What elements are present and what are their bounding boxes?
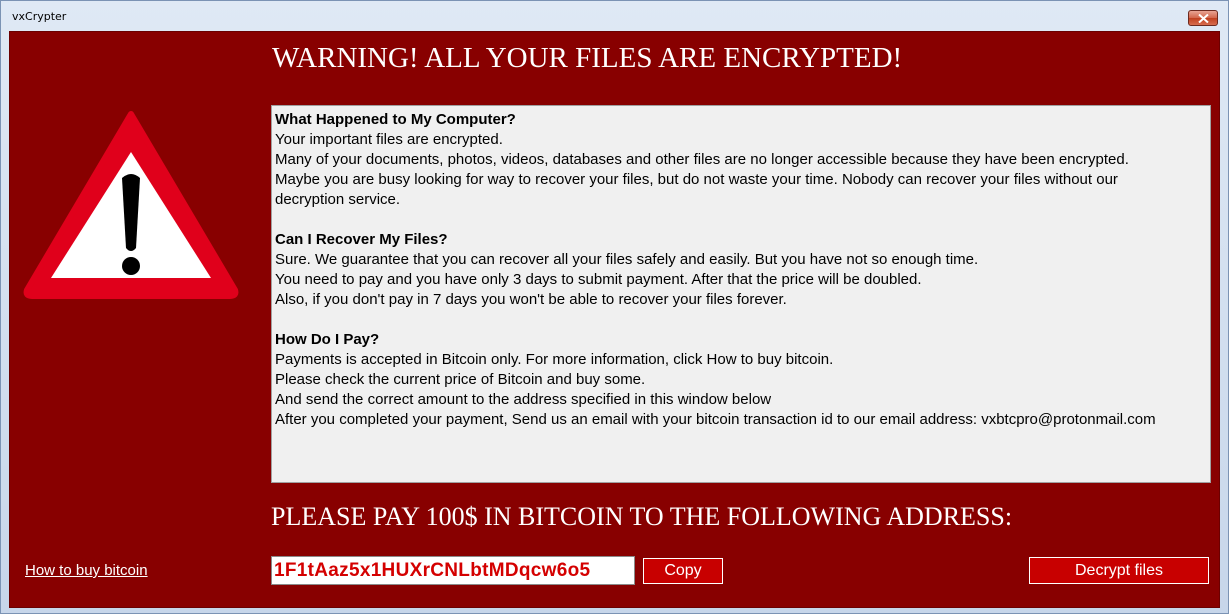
- note-line: Your important files are encrypted.: [275, 131, 503, 148]
- note-line: And send the correct amount to the addre…: [275, 391, 772, 408]
- section-what-happened: What Happened to My Computer? Your impor…: [275, 110, 1207, 210]
- note-line: Maybe you are busy looking for way to re…: [275, 171, 1118, 188]
- note-line: You need to pay and you have only 3 days…: [275, 271, 922, 288]
- note-line: decryption service.: [275, 191, 401, 208]
- note-line: Sure. We guarantee that you can recover …: [275, 251, 979, 268]
- section-heading: What Happened to My Computer?: [275, 111, 516, 128]
- title-bar[interactable]: vxCrypter: [1, 1, 1228, 31]
- section-heading: Can I Recover My Files?: [275, 231, 448, 248]
- close-button[interactable]: [1188, 10, 1218, 26]
- warning-triangle-icon: [23, 111, 239, 299]
- copy-button[interactable]: Copy: [643, 558, 723, 584]
- note-line: After you completed your payment, Send u…: [275, 411, 1156, 428]
- bitcoin-address-field[interactable]: [271, 556, 635, 585]
- section-heading: How Do I Pay?: [275, 331, 380, 348]
- note-line: Also, if you don't pay in 7 days you won…: [275, 291, 787, 308]
- close-icon: [1197, 13, 1209, 23]
- how-to-buy-bitcoin-link[interactable]: How to buy bitcoin: [25, 562, 148, 579]
- payment-heading: PLEASE PAY 100$ IN BITCOIN TO THE FOLLOW…: [271, 502, 1013, 531]
- ransom-note-textbox[interactable]: What Happened to My Computer? Your impor…: [271, 105, 1211, 483]
- decrypt-files-button[interactable]: Decrypt files: [1029, 557, 1209, 584]
- section-can-recover: Can I Recover My Files? Sure. We guarant…: [275, 230, 1207, 310]
- section-how-pay: How Do I Pay? Payments is accepted in Bi…: [275, 330, 1207, 430]
- app-window: vxCrypter WARNING! ALL YOUR FILES ARE EN…: [0, 0, 1229, 614]
- ransom-panel: WARNING! ALL YOUR FILES ARE ENCRYPTED! W…: [9, 31, 1220, 608]
- note-line: Payments is accepted in Bitcoin only. Fo…: [275, 351, 834, 368]
- window-title: vxCrypter: [12, 10, 67, 23]
- note-line: Many of your documents, photos, videos, …: [275, 151, 1129, 168]
- warning-heading: WARNING! ALL YOUR FILES ARE ENCRYPTED!: [272, 42, 903, 74]
- note-line: Please check the current price of Bitcoi…: [275, 371, 646, 388]
